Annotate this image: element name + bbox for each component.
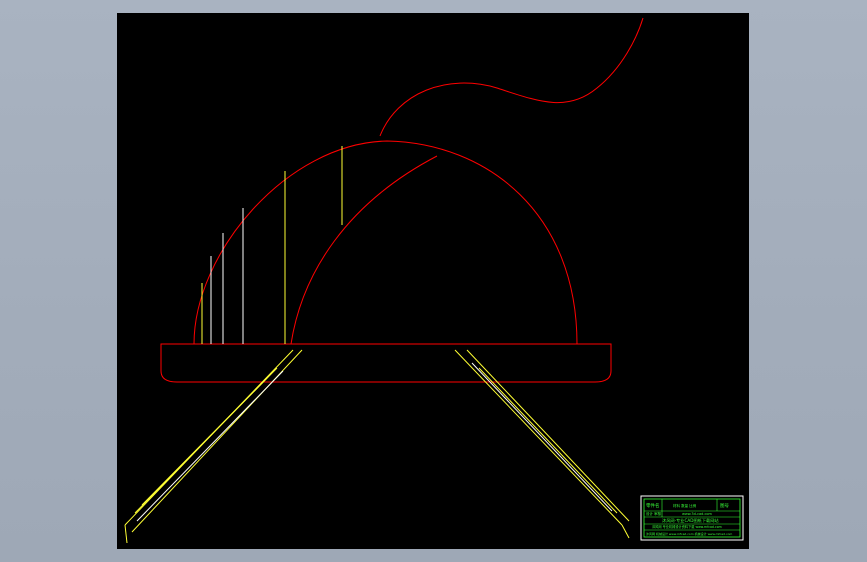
lead-wire-curve <box>379 17 644 137</box>
drawing-canvas: 零件名 材料 数量 比例 图号 设计 审核 www.3d-cad.com 沐风网… <box>124 17 744 544</box>
title-block-line5: 沐风网 机械设计 www.mfcad.com 机械设计 www.mfcad.co… <box>646 531 732 536</box>
dome-outline <box>193 140 578 345</box>
title-block-designer: 设计 审核 <box>646 511 662 516</box>
base-plate <box>160 343 612 383</box>
title-block-material: 材料 数量 比例 <box>673 503 697 508</box>
title-block-line4: 沐风网 专业机械设计资料下载 www.mfcad.com <box>652 524 722 529</box>
title-block: 零件名 材料 数量 比例 图号 设计 审核 www.3d-cad.com 沐风网… <box>640 495 744 541</box>
title-block-company: 沐风网-专业CAD图纸下载网站 <box>662 517 719 524</box>
left-leg <box>124 349 303 544</box>
cad-drawing-viewport[interactable]: 零件名 材料 数量 比例 图号 设计 审核 www.3d-cad.com 沐风网… <box>117 13 749 549</box>
title-block-part-name: 零件名 <box>646 502 660 509</box>
inner-arc <box>290 155 438 345</box>
title-block-drawing-no: 图号 <box>720 503 729 509</box>
right-leg <box>454 349 630 539</box>
title-block-website: www.3d-cad.com <box>682 512 713 516</box>
